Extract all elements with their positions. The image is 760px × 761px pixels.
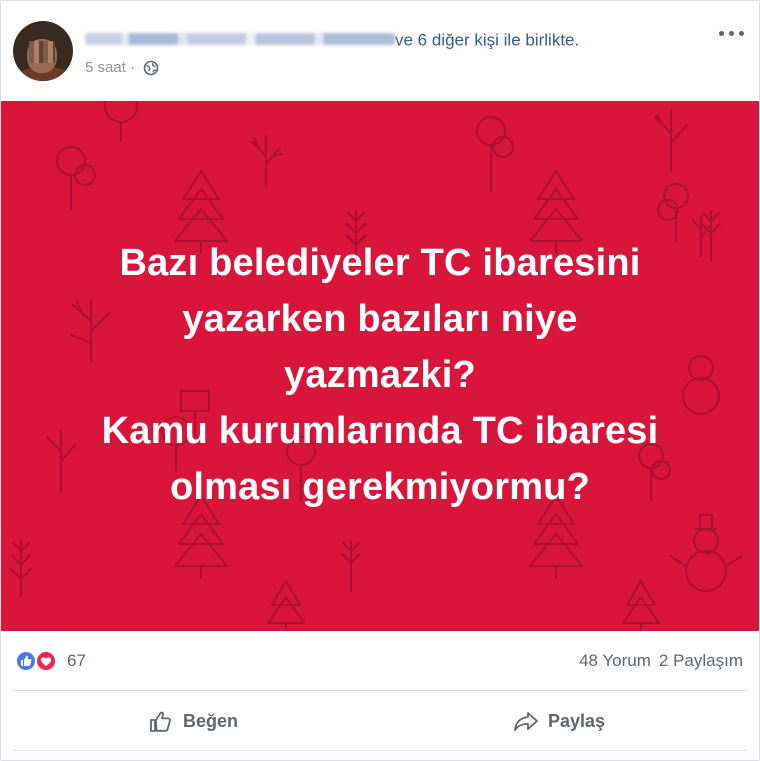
globe-icon bbox=[143, 60, 159, 76]
author-line: ve 6 diğer kişi ile birlikte. bbox=[85, 29, 579, 51]
action-bar: Beğen Paylaş bbox=[1, 692, 759, 750]
like-button-label: Beğen bbox=[183, 710, 239, 731]
post-counts: 48 Yorum 2 Paylaşım bbox=[571, 651, 743, 671]
like-button[interactable]: Beğen bbox=[147, 692, 238, 750]
post-header: ve 6 diğer kişi ile birlikte. 5 saat · bbox=[1, 1, 759, 101]
avatar[interactable] bbox=[13, 21, 73, 81]
post-meta: 5 saat · bbox=[85, 59, 159, 77]
post-text-line: Bazı belediyeler TC ibaresini bbox=[119, 242, 641, 284]
reactions-bar: 67 48 Yorum 2 Paylaşım bbox=[1, 641, 759, 681]
share-button-label: Paylaş bbox=[548, 710, 606, 731]
tagged-others-link[interactable]: ve 6 diğer kişi ile birlikte. bbox=[395, 31, 579, 50]
post-text-background: Bazı belediyeler TC ibaresini yazarken b… bbox=[1, 101, 759, 631]
post-text-line: Kamu kurumlarında TC ibaresi bbox=[101, 410, 659, 452]
post-text-line: yazarken bazıları niye bbox=[182, 298, 578, 340]
love-reaction-icon bbox=[35, 650, 57, 672]
like-reaction-icon bbox=[15, 650, 37, 672]
shares-count-link[interactable]: 2 Paylaşım bbox=[659, 651, 743, 670]
share-button[interactable]: Paylaş bbox=[512, 692, 605, 750]
post-text-line: olması gerekmiyormu? bbox=[169, 466, 591, 508]
divider bbox=[13, 750, 747, 751]
share-arrow-icon bbox=[514, 712, 538, 731]
post-time[interactable]: 5 saat bbox=[85, 59, 126, 76]
reaction-icons[interactable] bbox=[15, 650, 63, 672]
thumbs-up-icon bbox=[150, 711, 171, 732]
meta-separator: · bbox=[130, 59, 136, 77]
post-card: ve 6 diğer kişi ile birlikte. 5 saat · B… bbox=[0, 0, 760, 761]
post-text-line: yazmazki? bbox=[284, 354, 476, 396]
blurred-author-names[interactable] bbox=[85, 33, 395, 46]
comments-count-link[interactable]: 48 Yorum bbox=[579, 651, 651, 670]
more-options-icon[interactable] bbox=[719, 25, 745, 41]
reaction-count[interactable]: 67 bbox=[67, 651, 86, 671]
divider bbox=[13, 690, 747, 691]
post-text: Bazı belediyeler TC ibaresini yazarken b… bbox=[31, 235, 729, 515]
